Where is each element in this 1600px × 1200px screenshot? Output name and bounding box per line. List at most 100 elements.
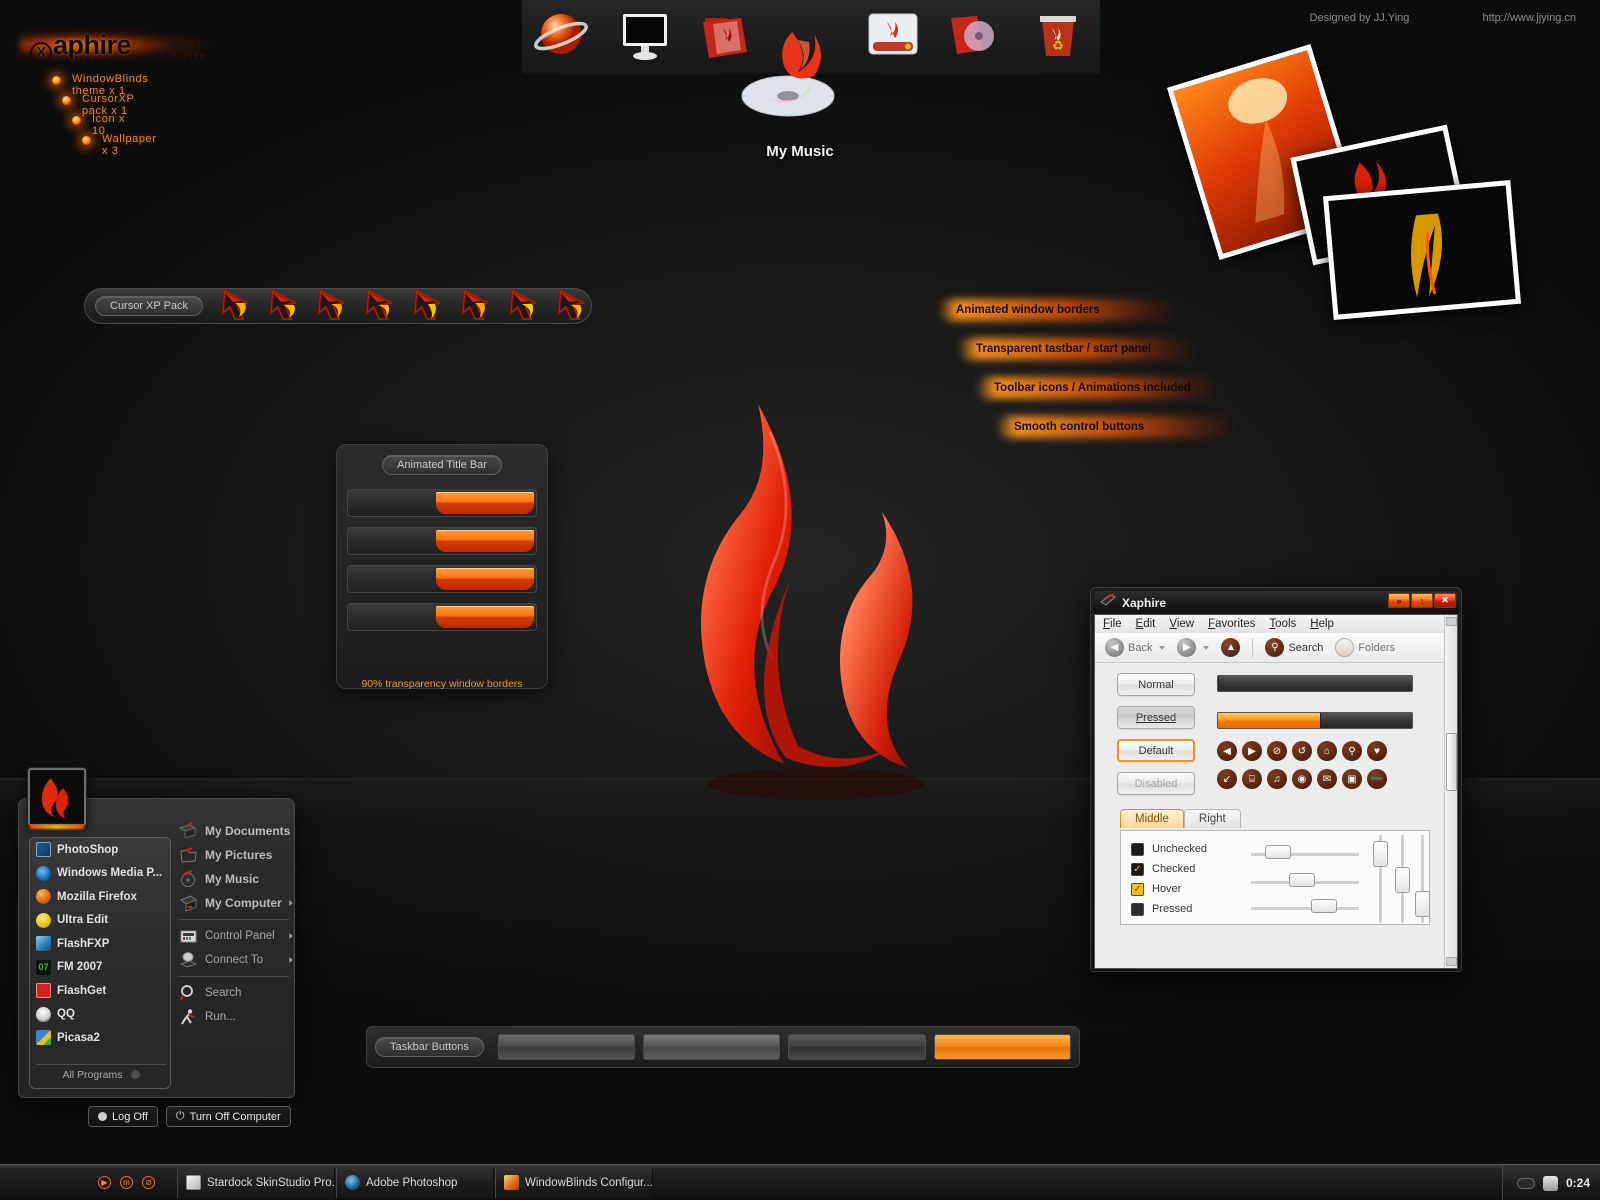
- menu-view[interactable]: View: [1169, 618, 1194, 630]
- button-sample-default[interactable]: Default: [1117, 739, 1195, 762]
- tab-middle[interactable]: Middle: [1120, 809, 1184, 828]
- website-url[interactable]: http://www.jjying.cn: [1482, 12, 1576, 24]
- music-icon[interactable]: ♫: [1267, 769, 1287, 789]
- cursor-icon[interactable]: [413, 289, 451, 323]
- checkbox-row-hover[interactable]: ✓ Hover: [1131, 879, 1207, 899]
- minimize-button[interactable]: »: [1388, 593, 1410, 608]
- turn-off-computer-button[interactable]: ⏻ Turn Off Computer: [165, 1106, 291, 1127]
- tab-right[interactable]: Right: [1183, 809, 1241, 828]
- folders-icon[interactable]: ⌸: [1242, 769, 1262, 789]
- clock[interactable]: 0:24: [1566, 1176, 1590, 1190]
- start-menu-item-my-pictures[interactable]: My Pictures: [179, 843, 289, 867]
- quick-launch-media-icon[interactable]: ▶: [98, 1176, 111, 1189]
- checkbox-unchecked-icon[interactable]: [1131, 842, 1144, 856]
- refresh-icon[interactable]: ↺: [1292, 741, 1312, 761]
- taskbar-button-sample-normal[interactable]: [497, 1034, 636, 1060]
- nav-forward-icon[interactable]: ▶: [1242, 741, 1262, 761]
- quick-launch-messenger-icon[interactable]: m: [120, 1176, 133, 1189]
- start-menu-item-run[interactable]: Run...: [179, 1005, 289, 1029]
- start-menu-item-flashfxp[interactable]: FlashFXP: [30, 932, 170, 956]
- quick-launch-desktop-icon[interactable]: ⊘: [142, 1176, 155, 1189]
- scroll-down-arrow-icon[interactable]: [1446, 957, 1457, 966]
- back-button[interactable]: ◀ Back: [1101, 636, 1169, 659]
- cursor-icon[interactable]: [557, 289, 595, 323]
- window-title-bar[interactable]: Xaphire » ↕ ✕: [1094, 591, 1458, 614]
- slider-thumb[interactable]: [1373, 841, 1388, 867]
- start-menu-item-connect-to[interactable]: Connect To: [179, 948, 293, 972]
- monitor-icon[interactable]: [615, 6, 677, 68]
- log-off-button[interactable]: Log Off: [88, 1106, 158, 1127]
- network-icon[interactable]: [1516, 1177, 1535, 1189]
- slider-thumb[interactable]: [1311, 899, 1337, 913]
- start-menu-item-my-music[interactable]: My Music: [179, 867, 289, 891]
- menu-tools[interactable]: Tools: [1269, 618, 1296, 630]
- start-menu-item-my-computer[interactable]: My Computer: [179, 891, 293, 915]
- cursor-icon[interactable]: [317, 289, 355, 323]
- title-bar-sample[interactable]: [347, 527, 537, 555]
- checkbox-hover-icon[interactable]: ✓: [1131, 882, 1144, 896]
- slider-track[interactable]: [1251, 907, 1359, 910]
- cursor-icon[interactable]: [269, 289, 307, 323]
- checkbox-row-checked[interactable]: ✓ Checked: [1131, 859, 1207, 879]
- button-sample-normal[interactable]: Normal: [1117, 673, 1195, 696]
- recycle-bin-icon[interactable]: ♻: [1028, 6, 1090, 68]
- task-button-skinstudio[interactable]: Stardock SkinStudio Pro...: [177, 1167, 335, 1198]
- task-button-windowblinds[interactable]: WindowBlinds Configur...: [495, 1167, 653, 1198]
- scroll-thumb[interactable]: [1446, 733, 1457, 791]
- start-menu-item-picasa2[interactable]: Picasa2: [30, 1026, 170, 1050]
- search-button[interactable]: ⚲ Search: [1261, 636, 1327, 659]
- folders-button[interactable]: Folders: [1331, 636, 1399, 659]
- scroll-up-arrow-icon[interactable]: [1446, 617, 1457, 626]
- checkbox-checked-icon[interactable]: ✓: [1131, 862, 1144, 876]
- slider-thumb[interactable]: [1395, 867, 1410, 893]
- slider-thumb[interactable]: [1265, 845, 1291, 859]
- start-menu-item-mozilla-firefox[interactable]: Mozilla Firefox: [30, 885, 170, 909]
- start-menu-item-photoshop[interactable]: PhotoShop: [30, 838, 170, 862]
- forward-button[interactable]: ▶: [1173, 636, 1213, 659]
- taskbar-button-sample-active[interactable]: [933, 1034, 1071, 1060]
- menu-favorites[interactable]: Favorites: [1208, 618, 1255, 630]
- chevron-down-icon[interactable]: [1203, 645, 1210, 650]
- menu-edit[interactable]: Edit: [1136, 618, 1156, 630]
- start-button[interactable]: [28, 768, 86, 826]
- menu-file[interactable]: File: [1103, 618, 1122, 630]
- stop-icon[interactable]: ⊘: [1267, 741, 1287, 761]
- chevron-down-icon[interactable]: [1159, 645, 1166, 650]
- delete-icon[interactable]: ➖: [1367, 769, 1387, 789]
- checkbox-pressed-icon[interactable]: [1131, 902, 1144, 916]
- cursor-icon[interactable]: [221, 289, 259, 323]
- globe-icon[interactable]: [532, 6, 594, 68]
- cursor-icon[interactable]: [509, 289, 547, 323]
- vertical-scrollbar[interactable]: [1444, 615, 1457, 968]
- cursor-icon[interactable]: [461, 289, 499, 323]
- up-button[interactable]: ▲: [1217, 636, 1244, 659]
- cd-folder-icon[interactable]: [945, 6, 1007, 68]
- start-menu-item-my-documents[interactable]: My Documents: [178, 819, 290, 843]
- taskbar-button-sample-flat[interactable]: [788, 1034, 926, 1060]
- wallpaper-preview-3[interactable]: [1322, 180, 1522, 320]
- mail-icon[interactable]: ✉: [1317, 769, 1337, 789]
- home-icon[interactable]: ⌂: [1317, 741, 1337, 761]
- start-menu-item-ultra-edit[interactable]: Ultra Edit: [30, 909, 170, 933]
- views-icon[interactable]: ▣: [1342, 769, 1362, 789]
- antivirus-icon[interactable]: [1542, 1175, 1558, 1191]
- favorites-heart-icon[interactable]: ♥: [1367, 741, 1387, 761]
- start-menu-item-control-panel[interactable]: Control Panel: [179, 924, 293, 948]
- start-menu-item-flashget[interactable]: FlashGet: [30, 979, 170, 1003]
- cursor-icon[interactable]: [365, 289, 403, 323]
- taskbar-button-sample-hover[interactable]: [643, 1034, 781, 1060]
- search-icon[interactable]: ⚲: [1342, 741, 1362, 761]
- maximize-button[interactable]: ↕: [1411, 593, 1433, 608]
- all-programs-button[interactable]: All Programs: [36, 1064, 166, 1084]
- start-menu-item-windows-media-player[interactable]: Windows Media P...: [30, 862, 170, 886]
- slider-thumb[interactable]: [1415, 891, 1430, 917]
- history-icon[interactable]: ↙: [1217, 769, 1237, 789]
- start-menu-item-fm-2007[interactable]: 07 FM 2007: [30, 956, 170, 980]
- title-bar-sample[interactable]: [347, 489, 537, 517]
- menu-help[interactable]: Help: [1310, 618, 1334, 630]
- title-bar-sample[interactable]: [347, 565, 537, 593]
- nav-back-icon[interactable]: ◀: [1217, 741, 1237, 761]
- title-bar-sample[interactable]: [347, 603, 537, 631]
- button-sample-pressed[interactable]: Pressed: [1117, 706, 1195, 729]
- start-menu-item-search[interactable]: Search: [179, 981, 289, 1005]
